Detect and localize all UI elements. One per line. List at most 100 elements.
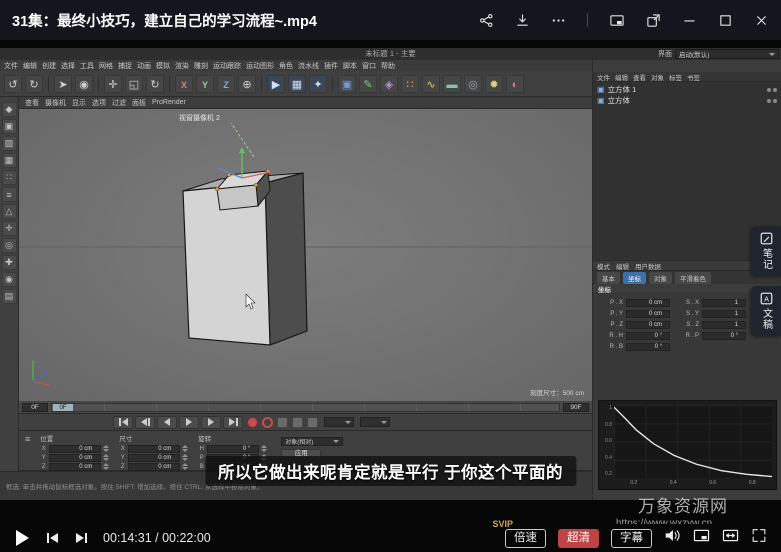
tab-phong[interactable]: 平滑着色 <box>675 272 711 284</box>
menu-item[interactable]: 文件 <box>4 61 18 71</box>
workplane-mode-icon[interactable]: ▦ <box>2 153 17 168</box>
attribute-field[interactable]: 1 <box>702 321 746 329</box>
object-manager-menu-item[interactable]: 标签 <box>669 72 682 82</box>
viewport-menu-item[interactable]: 过滤 <box>112 98 126 108</box>
next-frame-button[interactable] <box>201 416 221 429</box>
video-frame[interactable]: 未标题 1 - 主要 文件编辑创建选择工具网格捕捉动画模拟渲染雕刻运动跟踪运动图… <box>0 40 781 524</box>
record-scale-icon[interactable] <box>292 417 303 428</box>
attribute-field[interactable]: 1 <box>702 299 746 307</box>
pip-icon[interactable] <box>609 13 625 28</box>
menu-item[interactable]: 角色 <box>279 61 293 71</box>
play-icon[interactable] <box>16 530 29 546</box>
next-episode-icon[interactable] <box>76 533 87 543</box>
stepper[interactable] <box>182 445 188 452</box>
subtitles-button[interactable]: 字幕 <box>611 529 652 548</box>
select-tool-icon[interactable]: ➤ <box>54 75 72 93</box>
render-picture-icon[interactable]: ▦ <box>288 75 306 93</box>
curve-plot[interactable] <box>614 405 772 478</box>
minimize-icon[interactable] <box>682 13 697 28</box>
miniplayer-icon[interactable] <box>693 528 710 548</box>
transcript-side-button[interactable]: A 文稿 <box>751 286 781 336</box>
viewport-canvas[interactable]: 视窗摄像机 2 刻度尺寸：500 cm <box>19 109 592 401</box>
tab-object[interactable]: 对象 <box>649 272 672 284</box>
attribute-menu-item[interactable]: 用户数据 <box>635 261 661 271</box>
volume-icon[interactable] <box>664 528 681 548</box>
cube-primitive-icon[interactable]: ▣ <box>338 75 356 93</box>
stepper[interactable] <box>261 445 267 452</box>
coord-field[interactable]: 0 ° <box>207 445 259 453</box>
menu-item[interactable]: 创建 <box>42 61 56 71</box>
menu-item[interactable]: 脚本 <box>343 61 357 71</box>
object-manager-menu-item[interactable]: 文件 <box>597 72 610 82</box>
menu-item[interactable]: 编辑 <box>23 61 37 71</box>
coord-field[interactable]: 0 cm <box>49 463 101 471</box>
goto-end-button[interactable] <box>223 416 243 429</box>
menu-item[interactable]: 运动跟踪 <box>213 61 241 71</box>
attribute-field[interactable]: 0 cm <box>626 321 670 329</box>
attribute-menu-item[interactable]: 模式 <box>597 261 610 271</box>
menu-item[interactable]: 流水线 <box>298 61 319 71</box>
menu-item[interactable]: 渲染 <box>175 61 189 71</box>
download-icon[interactable] <box>515 13 530 28</box>
lock-workplane-icon[interactable]: ◉ <box>2 272 17 287</box>
maximize-icon[interactable] <box>718 13 733 28</box>
menu-item[interactable]: 窗口 <box>362 61 376 71</box>
play-button-c4d[interactable] <box>179 416 199 429</box>
visibility-dots[interactable] <box>767 99 777 103</box>
quality-button[interactable]: 超清 <box>558 529 599 548</box>
popup-icon[interactable] <box>646 13 661 28</box>
attribute-field[interactable]: 1 <box>702 310 746 318</box>
speed-button[interactable]: 倍速 <box>505 529 546 548</box>
menu-item[interactable]: 雕刻 <box>194 61 208 71</box>
attribute-field[interactable]: 0 cm <box>626 299 670 307</box>
record-keyframe-icon[interactable] <box>247 417 258 428</box>
record-rotation-icon[interactable] <box>307 417 318 428</box>
viewport-menu-item[interactable]: 选项 <box>92 98 106 108</box>
function-curve-panel[interactable]: 10.80.60.40.2 0.20.40.60.8 <box>598 400 777 490</box>
layout-dropdown[interactable]: 启动(默认) <box>675 49 779 59</box>
menu-item[interactable]: 运动图形 <box>246 61 274 71</box>
grid-icon[interactable]: ▤ <box>2 289 17 304</box>
enable-axis-icon[interactable]: ✛ <box>2 221 17 236</box>
viewport-menu-item[interactable]: 摄像机 <box>45 98 66 108</box>
y-axis-lock-icon[interactable]: Y <box>196 75 214 93</box>
undo-icon[interactable]: ↺ <box>4 75 22 93</box>
autokey-icon[interactable] <box>262 417 273 428</box>
web-fullscreen-icon[interactable] <box>722 528 739 548</box>
coord-field[interactable]: 0 cm <box>49 445 101 453</box>
stepper[interactable] <box>103 463 109 470</box>
menu-item[interactable]: 插件 <box>324 61 338 71</box>
share-icon[interactable] <box>479 13 494 28</box>
camera-icon[interactable]: ◎ <box>464 75 482 93</box>
attribute-menu-item[interactable]: 编辑 <box>616 261 629 271</box>
prev-key-button[interactable] <box>135 416 155 429</box>
deformer-icon[interactable]: ∿ <box>422 75 440 93</box>
menu-item[interactable]: 模拟 <box>156 61 170 71</box>
model-mode-icon[interactable]: ▣ <box>2 119 17 134</box>
menu-item[interactable]: 捕捉 <box>118 61 132 71</box>
viewport-menu-item[interactable]: 查看 <box>25 98 39 108</box>
menu-item[interactable]: 工具 <box>80 61 94 71</box>
stepper[interactable] <box>103 454 109 461</box>
viewport-menu-item[interactable]: ProRender <box>152 99 186 106</box>
menu-item[interactable]: 网格 <box>99 61 113 71</box>
fullscreen-icon[interactable] <box>751 528 767 548</box>
record-position-icon[interactable] <box>277 417 288 428</box>
notes-side-button[interactable]: 笔记 <box>751 226 781 276</box>
spline-pen-icon[interactable]: ✎ <box>359 75 377 93</box>
coordinate-system-icon[interactable]: ⊕ <box>238 75 256 93</box>
object-manager-menu-item[interactable]: 查看 <box>633 72 646 82</box>
burger-icon[interactable]: ≡ <box>25 433 30 468</box>
timeline-ruler[interactable]: 0F 0F 90F <box>19 401 592 414</box>
tab-basic[interactable]: 基本 <box>597 272 620 284</box>
timeline-track[interactable]: 0F <box>51 403 560 412</box>
coord-field[interactable]: 0 cm <box>49 454 101 462</box>
prev-frame-button[interactable] <box>157 416 177 429</box>
texture-mode-icon[interactable]: ▨ <box>2 136 17 151</box>
attribute-field[interactable]: 0 ° <box>626 343 670 351</box>
stepper[interactable] <box>182 463 188 470</box>
object-manager-menu-item[interactable]: 书签 <box>687 72 700 82</box>
snap-icon[interactable]: ✚ <box>2 255 17 270</box>
points-mode-icon[interactable]: ∷ <box>2 170 17 185</box>
attribute-field[interactable]: 0 cm <box>626 310 670 318</box>
